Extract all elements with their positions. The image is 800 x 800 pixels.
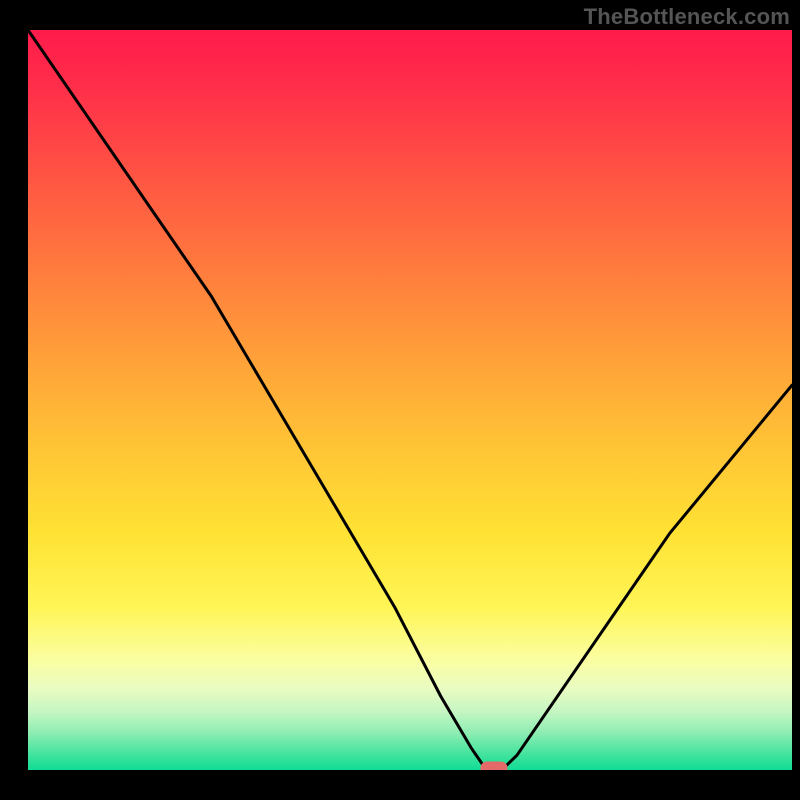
bottleneck-curve bbox=[28, 30, 792, 770]
plot-area bbox=[28, 30, 792, 770]
curve-path bbox=[28, 30, 792, 770]
chart-frame: TheBottleneck.com bbox=[0, 0, 800, 800]
optimal-marker bbox=[481, 762, 507, 770]
watermark-text: TheBottleneck.com bbox=[584, 4, 790, 30]
